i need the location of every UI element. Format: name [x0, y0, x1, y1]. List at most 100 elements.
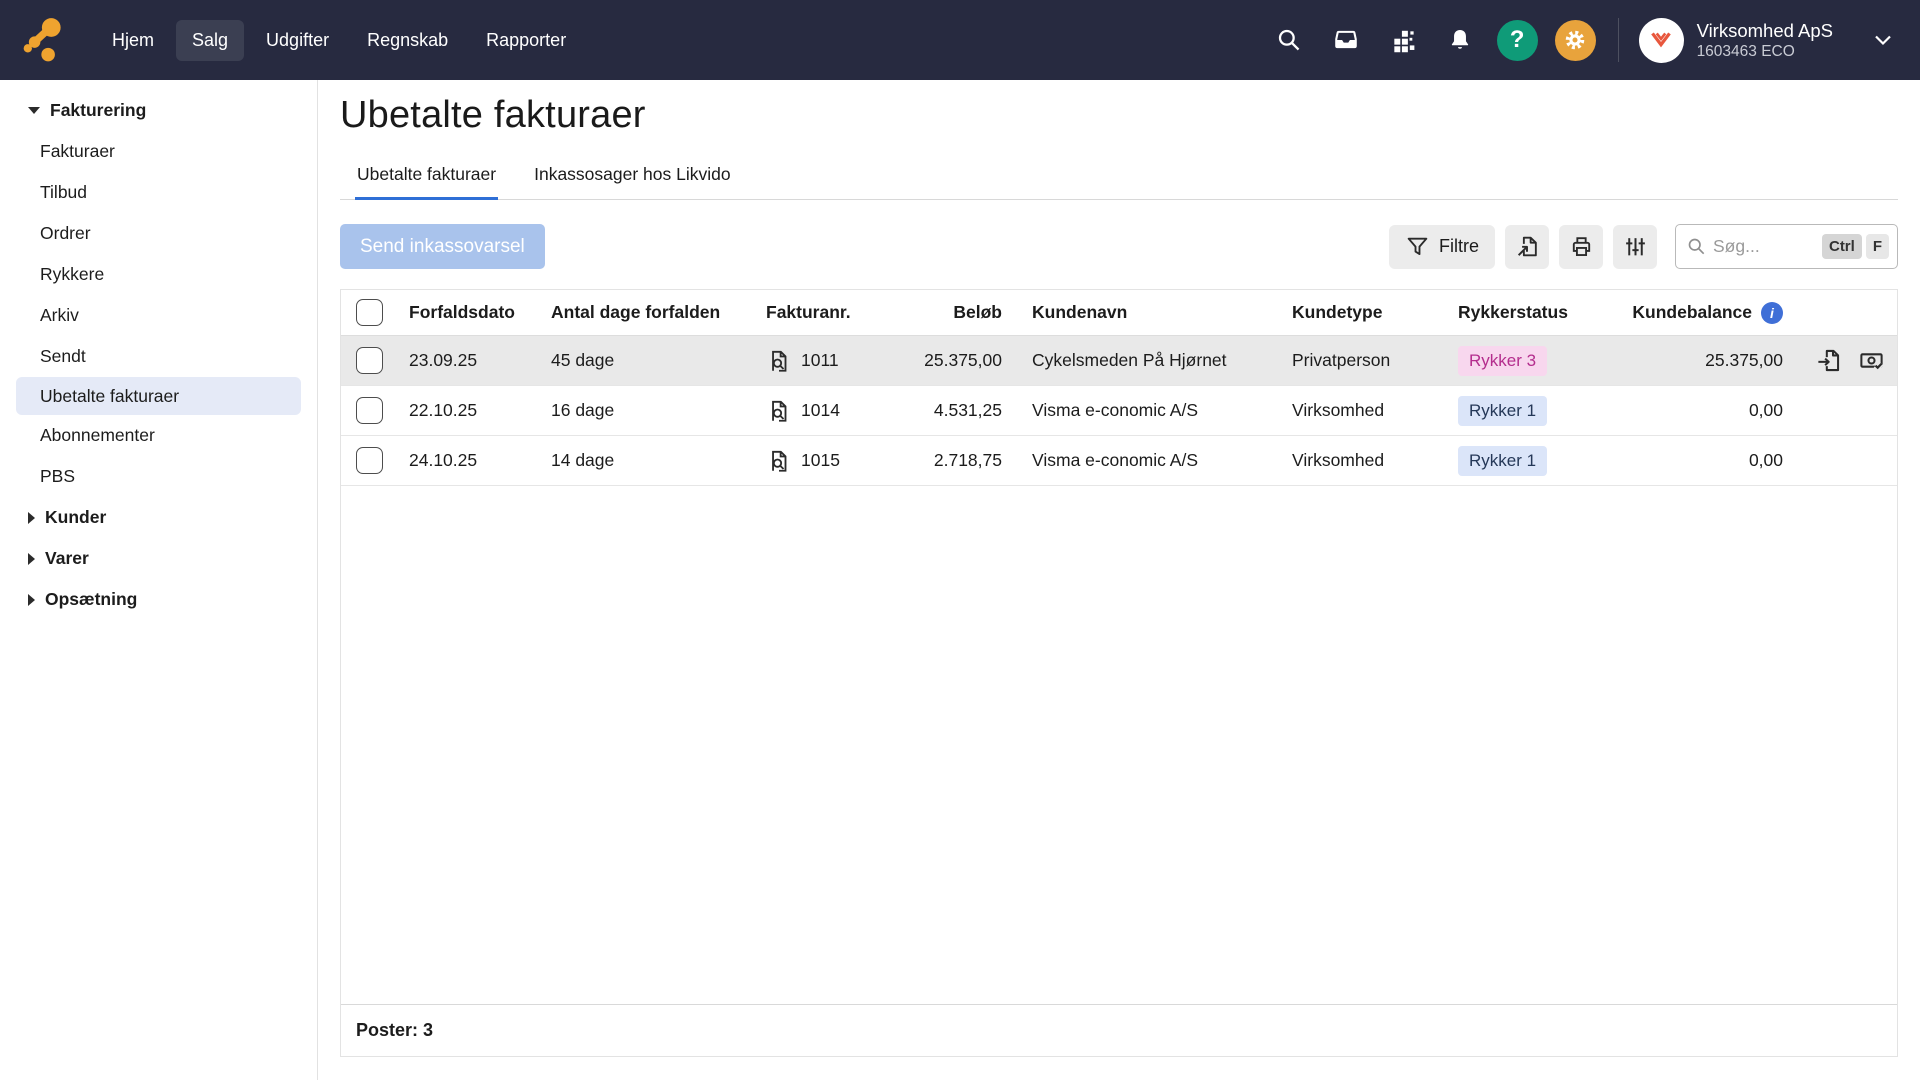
tab-inkassosager[interactable]: Inkassosager hos Likvido — [532, 153, 733, 200]
column-header-belob[interactable]: Beløb — [911, 302, 1017, 323]
sidebar-item-ordrer[interactable]: Ordrer — [0, 213, 317, 254]
column-settings-icon — [1623, 234, 1648, 259]
help-icon[interactable]: ? — [1497, 20, 1538, 61]
nav-hjem[interactable]: Hjem — [96, 20, 170, 61]
filter-icon — [1405, 234, 1430, 259]
row-checkbox[interactable] — [356, 447, 383, 474]
cell-invoice-no: 1014 — [751, 398, 911, 424]
economic-logo[interactable] — [20, 15, 70, 65]
print-button[interactable] — [1559, 225, 1603, 269]
reminder-status-badge: Rykker 1 — [1458, 396, 1547, 426]
cell-balance: 0,00 — [1621, 450, 1798, 471]
invoice-number[interactable]: 1015 — [801, 450, 840, 471]
cell-invoice-no: 1015 — [751, 448, 911, 474]
search-box: Ctrl F — [1675, 224, 1898, 269]
cell-customer: Visma e-conomic A/S — [1017, 400, 1277, 421]
row-checkbox[interactable] — [356, 397, 383, 424]
shortcut-ctrl-badge: Ctrl — [1822, 234, 1862, 259]
nav-rapporter[interactable]: Rapporter — [470, 20, 582, 61]
register-payment-icon[interactable] — [1815, 347, 1842, 374]
search-icon[interactable] — [1276, 27, 1302, 53]
company-id: 1603463 ECO — [1697, 42, 1833, 61]
caret-right-icon — [28, 512, 35, 524]
reminder-status-badge: Rykker 1 — [1458, 446, 1547, 476]
column-header-kundetype[interactable]: Kundetype — [1277, 302, 1443, 323]
table-header-row: Forfaldsdato Antal dage forfalden Faktur… — [341, 290, 1897, 336]
cell-customer: Visma e-conomic A/S — [1017, 450, 1277, 471]
tab-ubetalte-fakturaer[interactable]: Ubetalte fakturaer — [355, 153, 498, 200]
invoice-number[interactable]: 1014 — [801, 400, 840, 421]
sidebar-item-fakturaer[interactable]: Fakturaer — [0, 131, 317, 172]
nav-salg[interactable]: Salg — [176, 20, 244, 61]
column-header-rykkerstatus[interactable]: Rykkerstatus — [1443, 302, 1621, 323]
topbar-icons — [1276, 27, 1473, 53]
filtre-button[interactable]: Filtre — [1389, 225, 1495, 269]
cell-amount: 2.718,75 — [911, 450, 1017, 471]
table-row[interactable]: 23.09.25 45 dage 1011 25.375,00 Cykelsme… — [341, 336, 1897, 386]
company-switcher[interactable]: Virksomhed ApS 1603463 ECO — [1639, 18, 1892, 63]
sidebar-item-rykkere[interactable]: Rykkere — [0, 254, 317, 295]
cell-invoice-no: 1011 — [751, 348, 911, 374]
row-checkbox[interactable] — [356, 347, 383, 374]
printer-icon — [1569, 234, 1594, 259]
column-header-antal-dage[interactable]: Antal dage forfalden — [536, 302, 751, 323]
cell-amount: 4.531,25 — [911, 400, 1017, 421]
main-content: Ubetalte fakturaer Ubetalte fakturaer In… — [318, 80, 1920, 1080]
apps-icon[interactable] — [1390, 27, 1416, 53]
info-icon[interactable]: i — [1761, 302, 1783, 324]
notifications-icon[interactable] — [1447, 27, 1473, 53]
sidebar-section-varer[interactable]: Varer — [0, 538, 317, 579]
inbox-icon[interactable] — [1333, 27, 1359, 53]
settings-icon[interactable] — [1555, 20, 1596, 61]
filtre-label: Filtre — [1439, 236, 1479, 257]
caret-right-icon — [28, 553, 35, 565]
shortcut-f-badge: F — [1866, 234, 1889, 259]
export-button[interactable] — [1505, 225, 1549, 269]
table-row[interactable]: 24.10.25 14 dage 1015 2.718,75 Visma e-c… — [341, 436, 1897, 486]
sidebar-section-opsaetning[interactable]: Opsætning — [0, 579, 317, 620]
chevron-down-icon — [1874, 34, 1892, 46]
cell-balance: 25.375,00 — [1621, 350, 1798, 371]
column-header-kundebalance[interactable]: Kundebalance i — [1621, 302, 1798, 324]
search-icon — [1686, 236, 1707, 257]
select-all-checkbox[interactable] — [356, 299, 383, 326]
invoice-preview-icon[interactable] — [766, 448, 792, 474]
sidebar-section-kunder[interactable]: Kunder — [0, 497, 317, 538]
invoice-number[interactable]: 1011 — [801, 350, 839, 371]
cell-customer-type: Virksomhed — [1277, 400, 1443, 421]
invoice-preview-icon[interactable] — [766, 398, 792, 424]
cell-days-overdue: 14 dage — [536, 450, 751, 471]
sidebar-item-tilbud[interactable]: Tilbud — [0, 172, 317, 213]
cell-days-overdue: 45 dage — [536, 350, 751, 371]
search-input[interactable] — [1707, 236, 1822, 257]
reminder-status-badge: Rykker 3 — [1458, 346, 1547, 376]
gear-icon — [1561, 26, 1589, 54]
nav-udgifter[interactable]: Udgifter — [250, 20, 345, 61]
topbar-divider — [1618, 18, 1619, 62]
sidebar-item-arkiv[interactable]: Arkiv — [0, 295, 317, 336]
invoice-preview-icon[interactable] — [766, 348, 792, 374]
table-empty-area — [341, 486, 1897, 1004]
column-header-forfaldsdato[interactable]: Forfaldsdato — [394, 302, 536, 323]
sidebar-item-abonnementer[interactable]: Abonnementer — [0, 415, 317, 456]
nav-regnskab[interactable]: Regnskab — [351, 20, 464, 61]
column-settings-button[interactable] — [1613, 225, 1657, 269]
sidebar-item-sendt[interactable]: Sendt — [0, 336, 317, 377]
kundebalance-label: Kundebalance — [1632, 302, 1752, 323]
sidebar-section-label: Kunder — [45, 507, 106, 528]
cash-check-icon[interactable] — [1858, 347, 1885, 374]
cell-due-date: 22.10.25 — [394, 400, 536, 421]
export-icon — [1515, 234, 1540, 259]
sidebar-item-pbs[interactable]: PBS — [0, 456, 317, 497]
table-row[interactable]: 22.10.25 16 dage 1014 4.531,25 Visma e-c… — [341, 386, 1897, 436]
column-header-kundenavn[interactable]: Kundenavn — [1017, 302, 1277, 323]
sidebar-item-ubetalte-fakturaer[interactable]: Ubetalte fakturaer — [16, 377, 301, 415]
top-navigation: Hjem Salg Udgifter Regnskab Rapporter — [96, 20, 582, 61]
send-inkassovarsel-button[interactable]: Send inkassovarsel — [340, 224, 545, 269]
sidebar-section-fakturering[interactable]: Fakturering — [0, 90, 317, 131]
tab-bar: Ubetalte fakturaer Inkassosager hos Likv… — [340, 153, 1898, 200]
column-header-fakturanr[interactable]: Fakturanr. — [751, 302, 911, 323]
cell-balance: 0,00 — [1621, 400, 1798, 421]
visma-logo-icon — [1644, 23, 1678, 57]
sidebar-section-label: Opsætning — [45, 589, 137, 610]
